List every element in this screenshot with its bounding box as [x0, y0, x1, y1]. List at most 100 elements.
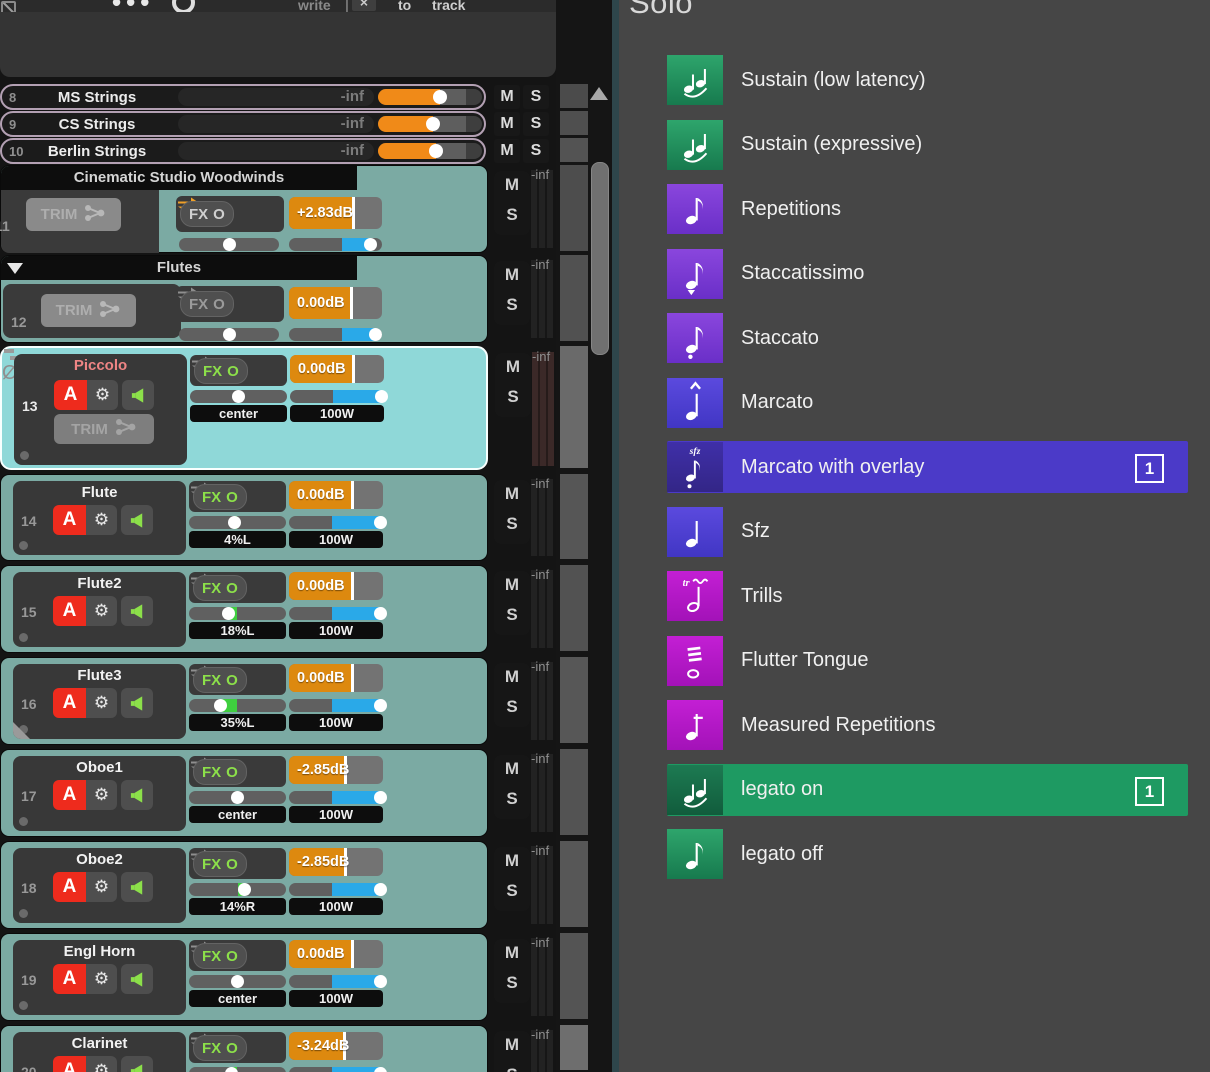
width-slider[interactable]: [289, 699, 387, 712]
pan-slider[interactable]: [179, 238, 279, 251]
solo-button[interactable]: S: [494, 205, 530, 225]
mute-button[interactable]: M: [494, 265, 530, 285]
trim-envelope-button[interactable]: TRIM: [26, 198, 121, 231]
articulation-item[interactable]: Measured Repetitions: [667, 699, 1188, 751]
solo-button[interactable]: S: [494, 973, 530, 993]
track-panel[interactable]: Flute 14 A ⚙ FX O 0.00dB 4%L 100W M S -inf: [0, 474, 553, 561]
mute-button[interactable]: M: [494, 112, 520, 136]
pan-slider[interactable]: [190, 390, 287, 403]
width-slider[interactable]: [289, 607, 387, 620]
gear-icon[interactable]: ⚙: [87, 380, 118, 410]
gear-icon[interactable]: ⚙: [86, 964, 117, 994]
monitor-speaker-icon[interactable]: [121, 780, 153, 810]
fx-button[interactable]: FX O: [193, 575, 247, 601]
edit-icon[interactable]: [1, 1, 16, 12]
track-panel[interactable]: Flutes 12 TRIM FX O 0.00dB M S -inf: [0, 255, 553, 343]
width-slider[interactable]: [289, 883, 387, 896]
solo-button[interactable]: S: [494, 789, 530, 809]
articulation-item[interactable]: Repetitions: [667, 183, 1188, 235]
track-panel[interactable]: Flute3 16 A ⚙ FX O 0.00dB 35%L 100W M S -inf: [0, 657, 553, 745]
record-arm-button[interactable]: A: [53, 505, 86, 535]
track-folder-header[interactable]: Flutes: [1, 256, 357, 280]
volume-slider[interactable]: [378, 89, 482, 105]
articulation-item[interactable]: Staccatissimo: [667, 248, 1188, 300]
mute-button[interactable]: M: [494, 575, 530, 595]
track-name[interactable]: CS Strings: [18, 116, 176, 133]
articulation-item[interactable]: tr Trills: [667, 570, 1188, 622]
track-name[interactable]: MS Strings: [18, 89, 176, 106]
ellipsis-icon[interactable]: •••: [112, 0, 154, 12]
scroll-up-icon[interactable]: [590, 87, 608, 100]
track-panel[interactable]: Cinematic Studio Woodwinds 11 TRIM FXO +2.83…: [0, 165, 553, 253]
mute-button[interactable]: M: [494, 943, 530, 963]
volume-value-field[interactable]: -inf: [178, 142, 374, 160]
solo-button[interactable]: S: [494, 697, 530, 717]
gear-icon[interactable]: ⚙: [86, 780, 117, 810]
width-slider[interactable]: [289, 791, 387, 804]
to-label[interactable]: to: [398, 0, 411, 12]
fx-button[interactable]: FX O: [193, 851, 247, 877]
track-panel[interactable]: Oboe2 18 A ⚙ FX O -2.85dB 14%R 100W M S -inf: [0, 841, 553, 929]
volume-field[interactable]: 0.00dB: [289, 940, 383, 968]
width-slider[interactable]: [289, 328, 382, 341]
solo-button[interactable]: S: [494, 881, 530, 901]
track-row-compact[interactable]: 9 CS Strings -inf: [0, 111, 486, 137]
fx-button[interactable]: FX O: [193, 1035, 247, 1061]
volume-field[interactable]: -2.85dB: [289, 756, 383, 784]
articulation-item[interactable]: sfz Marcato with overlay 1: [667, 441, 1188, 493]
monitor-speaker-icon[interactable]: [122, 380, 154, 410]
track-panel[interactable]: Oboe1 17 A ⚙ FX O -2.85dB center 100W M S -inf: [0, 749, 553, 837]
fx-button[interactable]: FX O: [193, 759, 247, 785]
record-arm-button[interactable]: A: [53, 872, 86, 902]
mute-button[interactable]: M: [494, 851, 530, 871]
track-name-panel[interactable]: Clarinet 20 A ⚙: [13, 1032, 186, 1072]
mute-button[interactable]: M: [494, 175, 530, 195]
articulation-item[interactable]: legato on 1: [667, 763, 1188, 816]
track-name-panel[interactable]: Piccolo 13 A ⚙ TRIM: [14, 354, 187, 465]
solo-button[interactable]: S: [494, 605, 530, 625]
articulation-item[interactable]: legato off: [667, 828, 1188, 880]
pan-slider[interactable]: [189, 607, 286, 620]
monitor-speaker-icon[interactable]: [121, 872, 153, 902]
solo-button[interactable]: S: [494, 514, 530, 534]
write-label[interactable]: write: [298, 0, 331, 12]
volume-slider[interactable]: [378, 143, 482, 159]
articulation-item[interactable]: Sustain (low latency): [667, 54, 1188, 106]
gear-icon[interactable]: ⚙: [86, 1056, 117, 1072]
scrollbar-thumb[interactable]: [591, 162, 609, 355]
width-slider[interactable]: [289, 238, 382, 251]
volume-field[interactable]: +2.83dB: [289, 197, 382, 229]
collapse-chevron-icon[interactable]: [7, 263, 23, 274]
track-name-panel[interactable]: Oboe1 17 A ⚙: [13, 756, 186, 831]
fx-button[interactable]: FX O: [180, 291, 234, 317]
articulation-item[interactable]: Marcato: [667, 377, 1188, 429]
mute-button[interactable]: M: [494, 484, 530, 504]
gear-icon[interactable]: ⚙: [86, 688, 117, 718]
volume-field[interactable]: 0.00dB: [289, 481, 383, 509]
track-panel[interactable]: Clarinet20A⚙FXO-3.24dBMS-inf: [0, 1025, 553, 1072]
volume-field[interactable]: 0.00dB: [289, 287, 382, 319]
width-slider[interactable]: [289, 516, 387, 529]
solo-button[interactable]: S: [523, 85, 549, 109]
record-arm-button[interactable]: A: [53, 964, 86, 994]
monitor-speaker-icon[interactable]: [121, 1056, 153, 1072]
track-panel[interactable]: Piccolo 13 A ⚙ TRIM FX O 0.00dB center 100W M S -inf…: [0, 346, 554, 470]
fx-button[interactable]: FX O: [193, 667, 247, 693]
gear-icon[interactable]: ⚙: [86, 872, 117, 902]
track-name-panel[interactable]: Oboe2 18 A ⚙: [13, 848, 186, 923]
width-slider[interactable]: [290, 390, 388, 403]
monitor-speaker-icon[interactable]: [121, 505, 153, 535]
track-name-panel[interactable]: Flute3 16 A ⚙: [13, 664, 186, 739]
pan-slider[interactable]: [189, 699, 286, 712]
mute-button[interactable]: M: [495, 357, 531, 377]
track-row-compact[interactable]: 10 Berlin Strings -inf: [0, 138, 486, 164]
record-arm-button[interactable]: A: [53, 596, 86, 626]
mute-button[interactable]: M: [494, 139, 520, 163]
monitor-speaker-icon[interactable]: [121, 596, 153, 626]
volume-field[interactable]: -2.85dB: [289, 848, 383, 876]
loop-icon[interactable]: [172, 0, 195, 12]
solo-button[interactable]: S: [523, 139, 549, 163]
monitor-speaker-icon[interactable]: [121, 964, 153, 994]
mute-button[interactable]: M: [494, 85, 520, 109]
solo-button[interactable]: S: [494, 1065, 530, 1072]
